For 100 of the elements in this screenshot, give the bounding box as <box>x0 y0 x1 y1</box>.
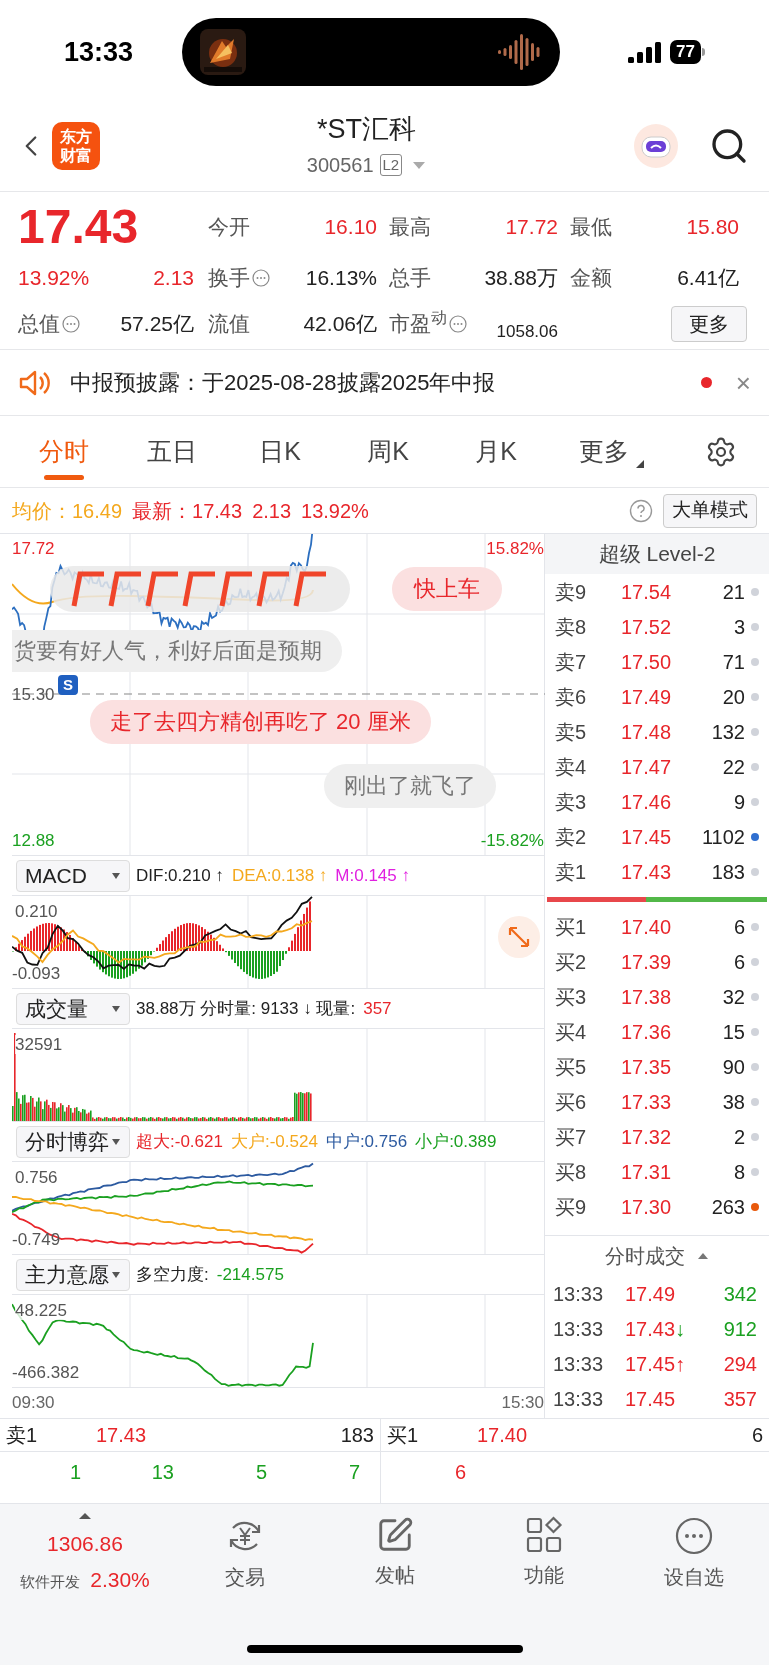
level-volume: 90 <box>721 1054 745 1080</box>
average-price: 均价：16.49 <box>12 498 123 524</box>
level-price: 17.48 <box>619 719 673 745</box>
axis-percent-label: -15.82% <box>480 829 544 852</box>
indicator-select[interactable]: 成交量 <box>16 992 130 1025</box>
level-price: 17.43 <box>619 859 673 885</box>
chart-tab[interactable]: 日K <box>226 421 334 482</box>
chart-tab[interactable]: 更多 <box>550 421 658 482</box>
trade-time: 13:33 <box>553 1351 605 1377</box>
indicator-reading: 大户:-0.524 <box>230 1130 318 1153</box>
level-label: 卖7 <box>555 649 588 675</box>
indicator-reading: 多空力度: <box>136 1263 209 1286</box>
metric-label: 今开 <box>208 214 250 241</box>
axis-value-label: 48.225 <box>15 1301 67 1320</box>
notice-text[interactable]: 中报预披露：于2025-08-28披露2025年中报 <box>70 366 701 399</box>
app-logo: 东方 财富 <box>52 121 100 170</box>
stock-code: 300561 <box>306 152 374 178</box>
indicator-select[interactable]: MACD <box>16 859 130 892</box>
indicator-select[interactable]: 分时博弈 <box>16 1125 130 1158</box>
order-size: 1 <box>68 1460 82 1485</box>
order-size: 7 <box>347 1460 361 1485</box>
level-price: 17.30 <box>619 1194 673 1220</box>
indicator-select[interactable]: 主力意愿 <box>16 1258 130 1291</box>
level-volume: 6 <box>732 914 745 940</box>
level-label: 卖1 <box>6 1423 39 1448</box>
trade-volume: 294 <box>723 1351 757 1377</box>
level-volume: 8 <box>732 1159 745 1185</box>
latest-change-percent: 13.92% <box>301 498 369 524</box>
nav-button[interactable]: 功能 <box>469 1512 620 1604</box>
axis-price-label: 12.88 <box>12 829 55 852</box>
indicator-reading: 中户:0.756 <box>325 1130 408 1153</box>
level-volume: 263 <box>710 1194 745 1220</box>
level-volume: 20 <box>721 684 745 710</box>
level-label: 卖6 <box>555 684 588 710</box>
indicator-reading: 38.88万 分时量: 9133 ↓ 现量: <box>136 997 356 1020</box>
order-size: 6 <box>453 1460 467 1485</box>
level-label: 买6 <box>555 1089 588 1115</box>
level-label: 卖1 <box>555 859 588 885</box>
metric-value: 1058.06 <box>496 320 558 343</box>
level-volume: 71 <box>721 649 745 675</box>
level-volume: 132 <box>710 719 745 745</box>
trade-time: 13:33 <box>553 1281 605 1307</box>
level-price: 17.45 <box>619 824 673 850</box>
indicator-reading: 小户:0.389 <box>415 1130 497 1153</box>
chart-tab[interactable]: 五日 <box>118 421 226 482</box>
current-price: 17.43 <box>18 199 140 255</box>
metric-label: 金额 <box>570 265 612 292</box>
nav-button[interactable]: 交易 <box>170 1512 320 1604</box>
sector-change: 2.30% <box>90 1566 150 1593</box>
level-volume: 3 <box>732 614 745 640</box>
axis-percent-label: 15.82% <box>486 538 544 560</box>
metric-label: 流值 <box>208 311 250 338</box>
chart-tab[interactable]: 月K <box>442 421 550 482</box>
more-button[interactable]: 更多 <box>671 306 747 342</box>
level-price: 17.38 <box>619 984 673 1010</box>
change-percent: 13.92% <box>18 265 90 292</box>
trade-volume: 912 <box>723 1316 757 1342</box>
metric-label: 换手 <box>208 265 250 292</box>
level-price: 17.39 <box>619 949 673 975</box>
trade-time: 13:33 <box>553 1386 605 1412</box>
metric-label: 总手 <box>389 265 431 292</box>
big-order-mode-button[interactable]: 大单模式 <box>663 493 757 528</box>
metric-label: 最低 <box>570 214 612 241</box>
stock-title: *ST汇科 <box>317 112 416 146</box>
metric-label: 总值 <box>18 311 60 338</box>
sector-name: 软件开发 <box>20 1571 81 1592</box>
level-label: 卖2 <box>555 824 588 850</box>
level-volume: 15 <box>721 1019 745 1045</box>
metric-value: 38.88万 <box>484 265 558 292</box>
level-volume: 183 <box>340 1423 374 1448</box>
indicator-reading: -214.575 <box>216 1263 284 1286</box>
close-button[interactable]: × <box>735 369 751 396</box>
time-axis-label: 09:30 <box>12 1392 55 1415</box>
nav-button[interactable]: 设自选 <box>619 1512 769 1604</box>
level-volume: 21 <box>721 579 745 605</box>
level-price: 17.40 <box>477 1423 529 1448</box>
comment-bubble: 走了去四方精创再吃了 20 厘米 <box>90 700 431 744</box>
nav-button[interactable]: 发帖 <box>319 1512 470 1604</box>
latest-label: 最新： <box>132 498 193 524</box>
level-price: 17.31 <box>619 1159 673 1185</box>
level-label: 买2 <box>555 949 588 975</box>
order-book-title: 超级 Level-2 <box>598 541 716 568</box>
axis-value-label: -466.382 <box>12 1361 80 1384</box>
level-price: 17.52 <box>619 614 673 640</box>
trade-marker[interactable]: S <box>58 675 78 695</box>
level-label: 买7 <box>555 1124 588 1150</box>
level-volume: 183 <box>710 859 745 885</box>
chart-tab[interactable]: 周K <box>334 421 442 482</box>
level-volume: 38 <box>721 1089 745 1115</box>
level-volume: 6 <box>732 949 745 975</box>
comment-bubble: 快上车 <box>392 567 502 611</box>
level-label: 买4 <box>555 1019 588 1045</box>
metric-label: 市盈$^{动}$ <box>389 308 447 338</box>
trades-title: 分时成交 <box>605 1244 685 1269</box>
level-volume: 32 <box>721 984 745 1010</box>
metric-value: 42.06亿 <box>303 311 377 338</box>
change-amount: 2.13 <box>153 265 194 292</box>
level-price: 17.43 <box>96 1423 148 1448</box>
time-axis-label: 15:30 <box>501 1392 544 1415</box>
level-label: 卖3 <box>555 789 588 815</box>
